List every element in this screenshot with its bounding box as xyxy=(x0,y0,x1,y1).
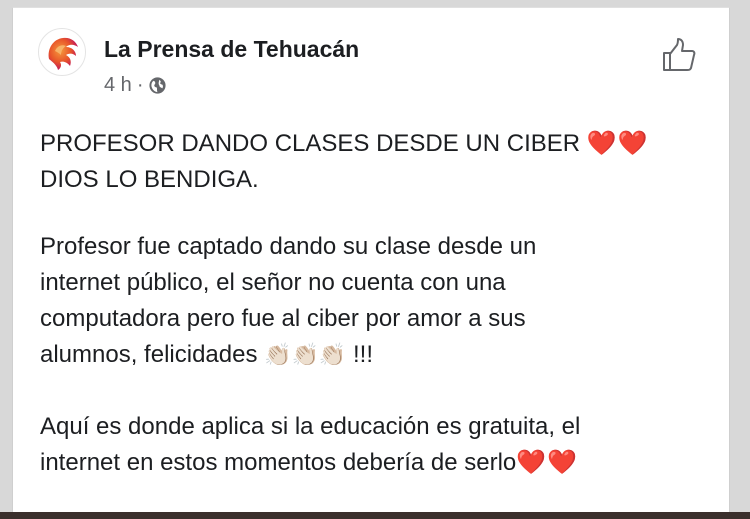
heart-emoji: ❤️❤️ xyxy=(516,449,579,476)
meta-separator: · xyxy=(136,74,144,96)
post-meta: 4 h · xyxy=(104,74,167,97)
heart-emoji: ❤️❤️ xyxy=(586,130,649,157)
post-line: Aquí es donde aplica si la educación es … xyxy=(40,413,581,440)
page-name[interactable]: La Prensa de Tehuacán xyxy=(104,36,359,63)
post-line-end: !!! xyxy=(352,341,373,368)
post-body: PROFESOR DANDO CLASES DESDE UN CIBER ❤️❤… xyxy=(40,126,710,517)
post-line: internet en estos momentos debería de se… xyxy=(40,449,517,476)
post-line: PROFESOR DANDO CLASES DESDE UN CIBER xyxy=(40,130,581,157)
globe-icon[interactable] xyxy=(148,76,167,95)
post-line: internet público, el señor no cuenta con… xyxy=(40,269,506,296)
post-paragraph-1: PROFESOR DANDO CLASES DESDE UN CIBER ❤️❤… xyxy=(40,126,710,198)
clapping-hands-emoji: 👏🏻👏🏻👏🏻 xyxy=(264,342,347,367)
bottom-edge-bar xyxy=(0,512,750,519)
lion-logo-icon xyxy=(48,37,78,70)
post-timestamp[interactable]: 4 h xyxy=(104,74,132,97)
post-line: computadora pero fue al ciber por amor a… xyxy=(40,305,526,332)
post-paragraph-2: Profesor fue captado dando su clase desd… xyxy=(40,229,710,373)
post-line: alumnos, felicidades xyxy=(40,341,258,368)
post-paragraph-3: Aquí es donde aplica si la educación es … xyxy=(40,409,710,481)
page-avatar[interactable] xyxy=(38,28,86,76)
thumbs-up-icon[interactable] xyxy=(660,36,698,74)
post-line: DIOS LO BENDIGA. xyxy=(40,166,259,193)
post-line: Profesor fue captado dando su clase desd… xyxy=(40,233,537,260)
